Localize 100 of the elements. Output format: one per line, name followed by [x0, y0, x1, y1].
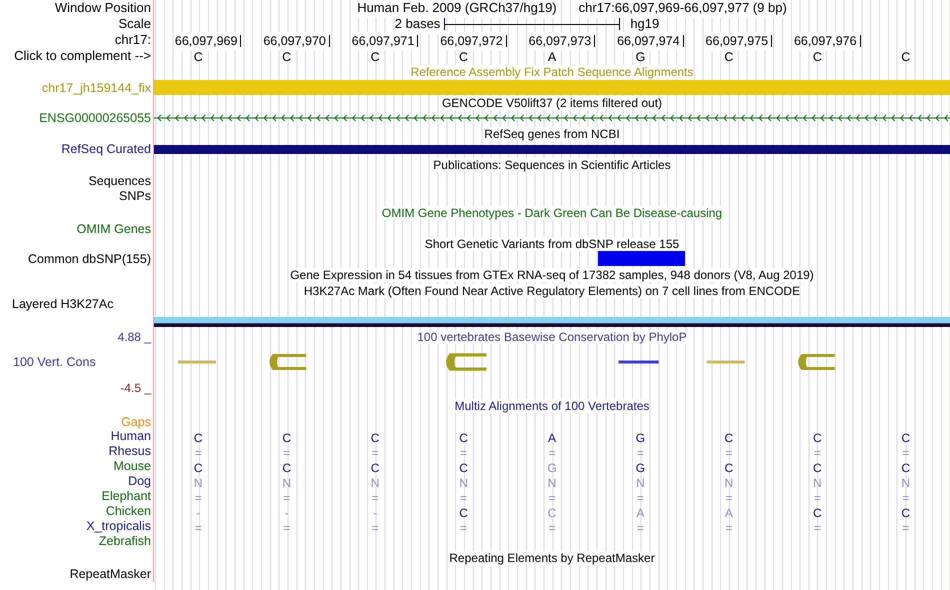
aligned-base: A — [636, 505, 644, 522]
aligned-base: = — [372, 490, 379, 507]
species-label[interactable]: Mouse — [113, 459, 151, 474]
track-label[interactable]: OMIM Genes — [76, 222, 151, 237]
aligned-base: = — [460, 520, 468, 537]
aligned-base: - — [373, 505, 378, 522]
aligned-base: C — [812, 460, 822, 477]
aligned-base: N — [548, 475, 556, 492]
track-title[interactable]: Gene Expression in 54 tissues from GTEx RNA-seq of 17382 samples, 948 donors (V8, Aug 2019) — [290, 268, 814, 282]
aligned-base: C — [370, 460, 380, 477]
species-label[interactable]: Human — [110, 429, 151, 444]
base-letter: A — [548, 49, 556, 66]
aligned-base: = — [283, 445, 290, 462]
coordinate-label[interactable]: 66,097,969 — [174, 32, 240, 51]
aligned-base: = — [548, 490, 556, 507]
track-label[interactable]: Sequences — [88, 174, 151, 189]
aligned-base: C — [370, 430, 380, 447]
coordinate-label[interactable]: 66,097,971 — [352, 32, 418, 51]
aligned-base: = — [283, 490, 290, 507]
axis-max-label: 4.88 _ — [118, 329, 151, 346]
aligned-base: = — [814, 445, 821, 462]
track-label[interactable]: SNPs — [119, 189, 151, 204]
track-title[interactable]: H3K27Ac Mark (Often Found Near Active Regulatory Elements) on 7 cell lines from ENCODE — [304, 284, 800, 298]
track-label[interactable]: RefSeq Curated — [61, 142, 151, 156]
species-label[interactable]: Zebrafish — [98, 534, 151, 549]
aligned-base: N — [901, 475, 910, 492]
species-label[interactable]: Elephant — [102, 489, 151, 504]
aligned-base: = — [725, 520, 732, 537]
aligned-base: = — [902, 490, 910, 507]
aligned-base: A — [724, 505, 733, 522]
row-label: chr17: — [114, 31, 151, 50]
track-label[interactable]: 100 Vert. Cons — [0, 352, 96, 372]
aligned-base: N — [724, 475, 734, 492]
aligned-base: N — [282, 475, 291, 492]
aligned-base: N — [636, 475, 645, 492]
track-title[interactable]: Short Genetic Variants from dbSNP release 155 — [424, 237, 680, 251]
aligned-base: C — [812, 505, 822, 522]
track-label[interactable]: RepeatMasker — [70, 567, 151, 582]
aligned-base: C — [459, 460, 468, 477]
species-label[interactable]: X_tropicalis — [86, 519, 151, 534]
track-title[interactable]: OMIM Gene Phenotypes - Dark Green Can Be Disease-causing — [382, 206, 722, 220]
aligned-base: N — [812, 475, 822, 492]
base-letter: C — [370, 49, 380, 66]
axis-min-label: -4.5 _ — [120, 380, 151, 397]
aligned-base: = — [548, 520, 556, 537]
aligned-base: = — [372, 520, 379, 537]
aligned-base: = — [194, 520, 202, 537]
aligned-base: = — [636, 520, 644, 537]
base-letter: C — [194, 49, 203, 66]
aligned-base: = — [460, 445, 468, 462]
aligned-base: C — [194, 430, 203, 447]
track-title[interactable]: Repeating Elements by RepeatMasker — [449, 551, 655, 565]
aligned-base: C — [901, 430, 910, 447]
aligned-base: C — [724, 460, 734, 477]
track-label[interactable]: ENSG00000265055 — [39, 110, 151, 126]
row-label: Window Position — [54, 0, 151, 18]
aligned-base: - — [284, 505, 289, 522]
aligned-base: = — [902, 445, 910, 462]
track-title[interactable]: 100 vertebrates Basewise Conservation by PhyloP — [417, 330, 687, 344]
aligned-base: C — [901, 505, 910, 522]
assembly-name: Human Feb. 2009 (GRCh37/hg19) — [357, 0, 557, 18]
aligned-base: A — [548, 430, 556, 447]
track-title[interactable]: GENCODE V50lift37 (2 items filtered out) — [442, 96, 662, 110]
aligned-base: N — [370, 475, 380, 492]
variant-block[interactable] — [598, 251, 685, 266]
track-title[interactable]: Publications: Sequences in Scientific Articles — [433, 158, 671, 172]
base-letter: G — [636, 49, 646, 66]
track-label[interactable]: Common dbSNP(155) — [28, 252, 151, 266]
aligned-base: C — [901, 460, 910, 477]
aligned-base: = — [725, 445, 732, 462]
complement-link[interactable]: Click to complement --> — [14, 46, 151, 66]
aligned-base: G — [547, 460, 557, 477]
aligned-base: = — [194, 490, 202, 507]
species-label[interactable]: Rhesus — [108, 444, 151, 459]
aligned-base: = — [902, 520, 910, 537]
alignment-bar[interactable] — [154, 80, 950, 95]
base-letter: C — [724, 49, 734, 66]
aligned-base: = — [194, 445, 202, 462]
base-letter: C — [282, 49, 292, 66]
row-label: Scale — [118, 15, 151, 34]
gene-bar[interactable] — [154, 145, 950, 154]
species-label[interactable]: Chicken — [106, 504, 151, 519]
track-title[interactable]: Multiz Alignments of 100 Vertebrates — [454, 399, 650, 413]
base-letter: C — [812, 49, 822, 66]
track-title[interactable]: RefSeq genes from NCBI — [484, 127, 620, 141]
aligned-base: = — [372, 445, 379, 462]
aligned-base: = — [636, 490, 644, 507]
aligned-base: C — [812, 430, 822, 447]
aligned-base: = — [725, 490, 732, 507]
aligned-base: N — [459, 475, 468, 492]
gene-strand-drawing[interactable] — [154, 114, 950, 122]
species-label[interactable]: Dog — [128, 474, 151, 489]
aligned-base: C — [459, 505, 468, 522]
track-label[interactable]: Layered H3K27Ac — [12, 297, 114, 312]
aligned-base: - — [196, 505, 200, 522]
aligned-base: C — [282, 430, 291, 447]
aligned-base: G — [636, 430, 646, 447]
base-letter: C — [459, 49, 468, 66]
aligned-base: G — [636, 460, 646, 477]
position-range: chr17:66,097,969-66,097,977 (9 bp) — [578, 0, 787, 18]
